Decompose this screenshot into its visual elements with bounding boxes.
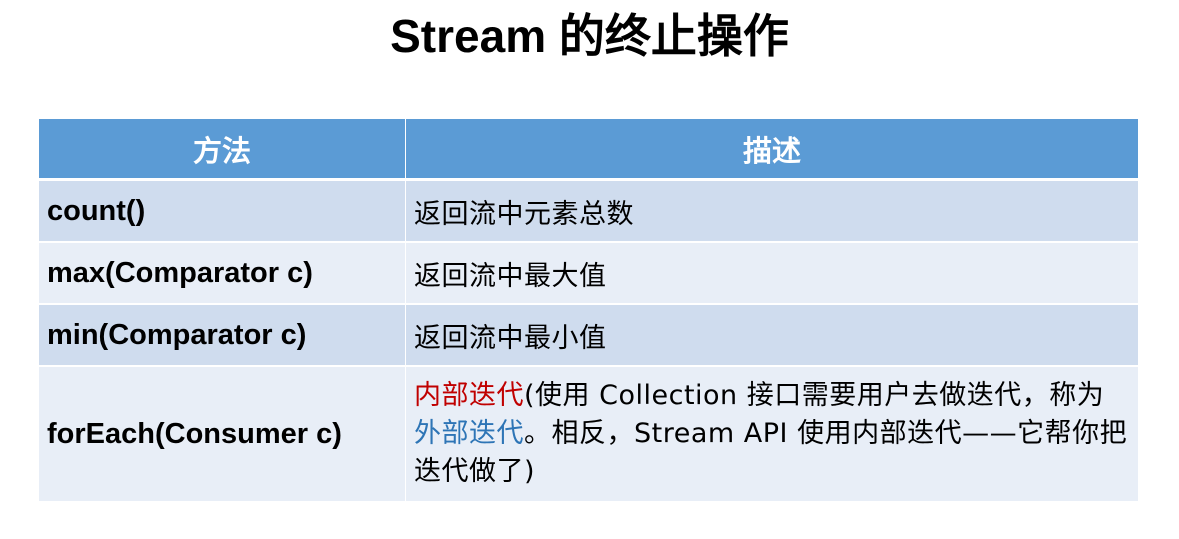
description-cell: 返回流中最小值 <box>405 303 1139 367</box>
table-row: count() 返回流中元素总数 <box>38 179 1139 243</box>
method-cell: count() <box>38 179 406 243</box>
page-title: Stream 的终止操作 <box>390 10 789 62</box>
table-header-row: 方法 描述 <box>38 118 1139 181</box>
method-cell: forEach(Consumer c) <box>38 365 406 503</box>
table-row: max(Comparator c) 返回流中最大值 <box>38 241 1139 305</box>
column-header-description: 描述 <box>405 118 1139 181</box>
terminal-operations-table: 方法 描述 count() 返回流中元素总数 max(Comparator c)… <box>38 118 1139 503</box>
column-header-method: 方法 <box>38 118 406 181</box>
external-iteration-term: 外部迭代 <box>414 418 524 449</box>
method-cell: max(Comparator c) <box>38 241 406 305</box>
table-row: forEach(Consumer c) 内部迭代(使用 Collection 接… <box>38 365 1139 503</box>
internal-iteration-term: 内部迭代 <box>414 380 524 411</box>
description-cell: 内部迭代(使用 Collection 接口需要用户去做迭代，称为外部迭代。相反，… <box>405 365 1139 503</box>
table-row: min(Comparator c) 返回流中最小值 <box>38 303 1139 367</box>
method-cell: min(Comparator c) <box>38 303 406 367</box>
description-text: (使用 Collection 接口需要用户去做迭代，称为 <box>524 380 1105 411</box>
description-cell: 返回流中元素总数 <box>405 179 1139 243</box>
description-cell: 返回流中最大值 <box>405 241 1139 305</box>
